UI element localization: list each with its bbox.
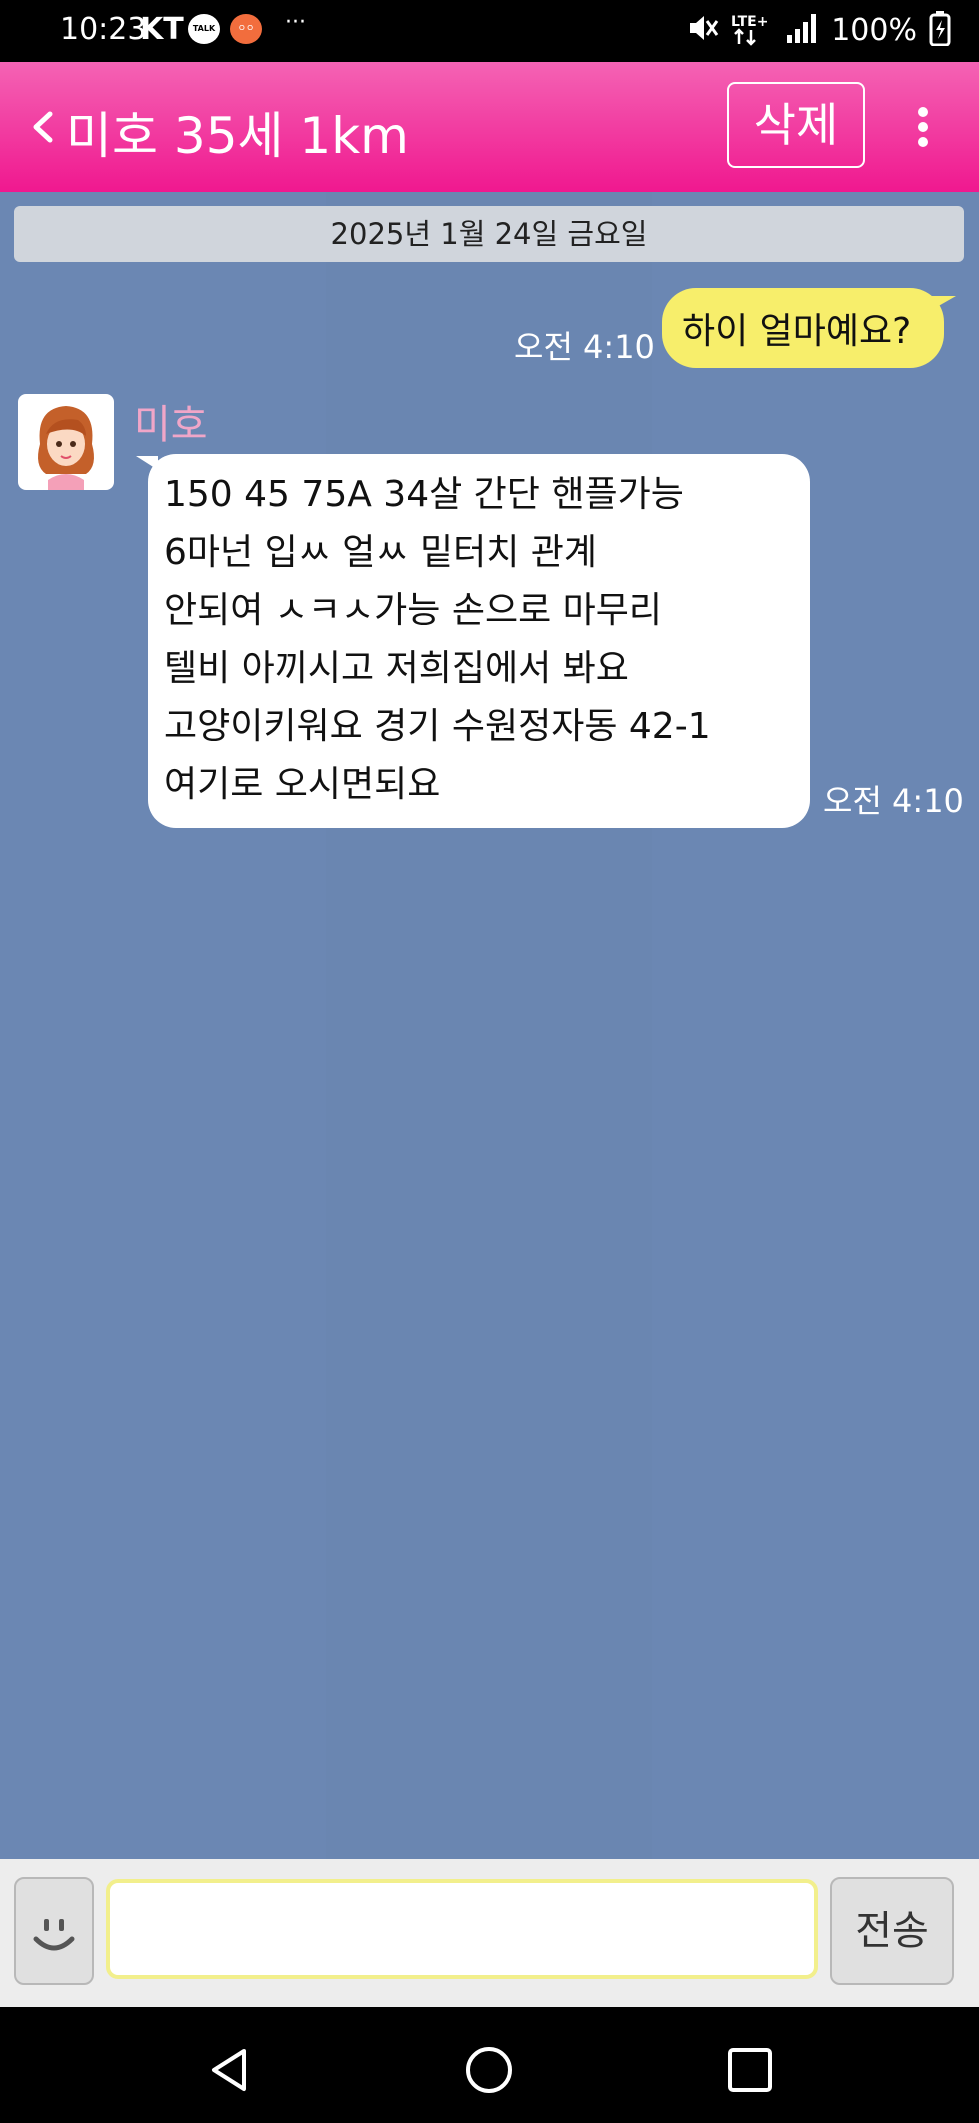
status-indicators: LTE+ 100% xyxy=(685,10,951,50)
smiley-icon xyxy=(33,1919,75,1951)
back-icon[interactable] xyxy=(24,102,64,152)
mute-icon xyxy=(685,11,719,49)
talk-icon: TALK xyxy=(188,14,220,44)
battery-icon xyxy=(929,10,951,50)
message-line: 텔비 아끼시고 저희집에서 봐요 xyxy=(164,648,629,689)
lte-icon: LTE+ xyxy=(731,10,773,50)
background-stripe xyxy=(326,192,652,1859)
chat-area[interactable]: 2025년 1월 24일 금요일 오전 4:10 하이 얼마예요? 미호 150… xyxy=(0,192,979,1859)
date-banner: 2025년 1월 24일 금요일 xyxy=(14,206,964,262)
outgoing-message-time: 오전 4:10 xyxy=(514,328,655,366)
girl-avatar-icon xyxy=(38,406,94,490)
signal-icon xyxy=(785,11,819,49)
lte-text: LTE+ xyxy=(731,14,768,30)
message-line: 안되여 ㅅㅋㅅ가능 손으로 마무리 xyxy=(164,590,663,631)
message-line: 고양이키워요 경기 수원정자동 42-1 xyxy=(164,706,711,747)
delete-button[interactable]: 삭제 xyxy=(727,82,865,168)
message-line: 여기로 오시면되요 xyxy=(164,764,441,805)
recents-square-icon[interactable] xyxy=(725,2045,775,2099)
home-circle-icon[interactable] xyxy=(464,2045,514,2099)
more-notifications-icon: ··· xyxy=(285,10,306,35)
chat-header: 미호 35세 1km 삭제 xyxy=(0,62,979,192)
send-button[interactable]: 전송 xyxy=(830,1877,954,1985)
overflow-menu-icon[interactable] xyxy=(905,92,941,162)
app-icon: ㅇㅇ xyxy=(230,14,262,44)
message-line: 150 45 75A 34살 간단 핸플가능 xyxy=(164,474,684,515)
status-bar: 10:23 KT TALK ㅇㅇ ··· LTE+ 100% xyxy=(0,0,979,62)
carrier-label: KT xyxy=(140,12,184,47)
status-time: 10:23 xyxy=(60,12,147,47)
chat-title: 미호 35세 1km xyxy=(66,107,409,165)
incoming-message-time: 오전 4:10 xyxy=(823,782,964,820)
emoji-button[interactable] xyxy=(14,1877,94,1985)
message-input[interactable] xyxy=(106,1879,818,1979)
battery-percent: 100% xyxy=(831,12,917,48)
avatar[interactable] xyxy=(18,394,114,490)
incoming-message-bubble[interactable]: 150 45 75A 34살 간단 핸플가능 6마넌 입ㅆ 얼ㅆ 밑터치 관계 … xyxy=(148,454,810,828)
sender-name: 미호 xyxy=(134,402,208,448)
outgoing-message-bubble[interactable]: 하이 얼마예요? xyxy=(662,288,944,368)
message-line: 6마넌 입ㅆ 얼ㅆ 밑터치 관계 xyxy=(164,532,597,573)
input-bar: 전송 xyxy=(0,1859,979,2007)
back-triangle-icon[interactable] xyxy=(204,2045,254,2099)
system-nav-bar xyxy=(0,2007,979,2123)
